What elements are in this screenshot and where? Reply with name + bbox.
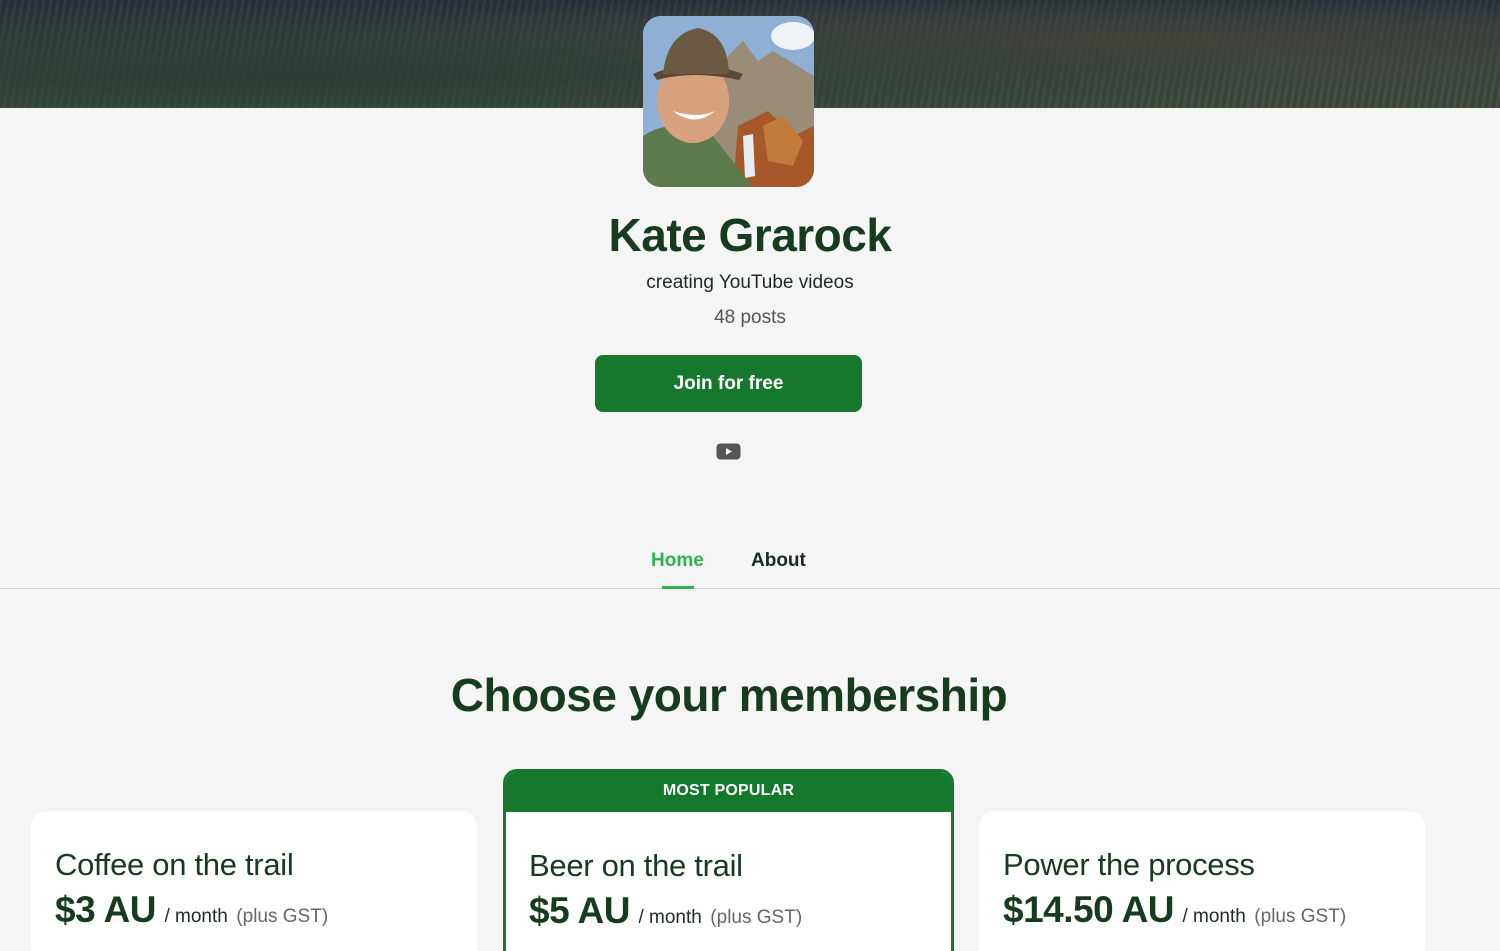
active-tab-indicator — [662, 586, 694, 589]
tier-tax-note: (plus GST) — [1254, 906, 1347, 927]
tier-period: / month — [1182, 906, 1246, 927]
tier-card-power[interactable]: Power the process $14.50 AU / month (plu… — [979, 811, 1425, 951]
tier-price-row: $3 AU / month (plus GST) — [55, 889, 328, 931]
tier-period: / month — [638, 907, 702, 928]
join-for-free-button[interactable]: Join for free — [595, 355, 862, 412]
post-count[interactable]: 48 posts — [0, 307, 1500, 329]
tier-price-row: $14.50 AU / month (plus GST) — [1003, 889, 1346, 931]
tier-price: $3 AU — [55, 889, 157, 930]
avatar-photo — [643, 16, 814, 187]
tier-tax-note: (plus GST) — [710, 907, 803, 928]
membership-heading: Choose your membership — [450, 669, 1008, 721]
tab-about[interactable]: About — [751, 550, 806, 572]
tier-card-coffee[interactable]: Coffee on the trail $3 AU / month (plus … — [31, 811, 477, 951]
most-popular-badge: MOST POPULAR — [506, 772, 951, 812]
tier-price-row: $5 AU / month (plus GST) — [529, 890, 802, 932]
tier-period: / month — [164, 906, 228, 927]
tier-name: Power the process — [1003, 847, 1255, 882]
profile-tabs: Home About — [0, 540, 1500, 589]
avatar[interactable] — [643, 16, 814, 187]
creator-name: Kate Grarock — [608, 209, 892, 261]
tier-name: Coffee on the trail — [55, 847, 294, 882]
creator-tagline: creating YouTube videos — [646, 272, 854, 293]
tier-name: Beer on the trail — [529, 848, 743, 883]
tier-price: $5 AU — [529, 890, 631, 931]
tier-card-beer[interactable]: MOST POPULAR Beer on the trail $5 AU / m… — [503, 769, 954, 951]
tab-home[interactable]: Home — [651, 550, 704, 572]
youtube-icon[interactable] — [716, 442, 741, 461]
tier-price: $14.50 AU — [1003, 889, 1175, 930]
tier-tax-note: (plus GST) — [236, 906, 329, 927]
